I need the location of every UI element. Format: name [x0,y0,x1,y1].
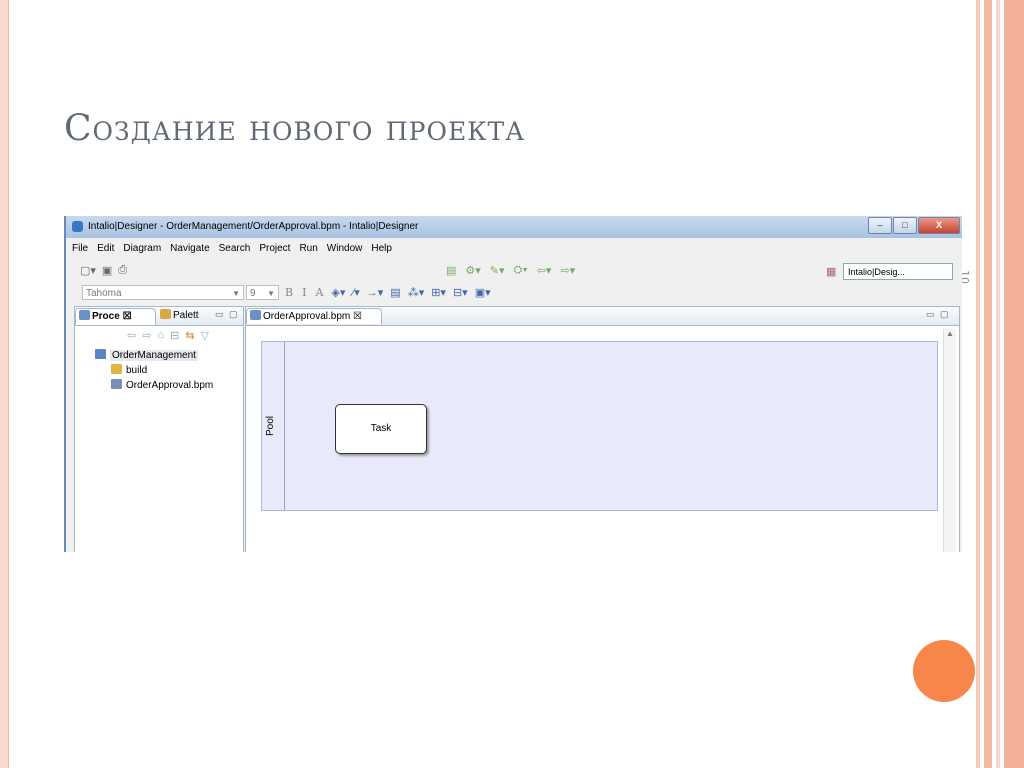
debug-icon[interactable]: ⚙▾ [465,264,480,277]
menu-bar: File Edit Diagram Navigate Search Projec… [72,243,392,254]
slide-title: Создание нового проекта [64,108,526,149]
zoom-icon[interactable]: ▣▾ [475,286,491,299]
maximize-button[interactable]: □ [893,217,917,234]
menu-run[interactable]: Run [299,243,317,254]
print-icon[interactable]: ⎙ [118,264,127,277]
tree-item-bpm-file[interactable]: OrderApproval.bpm [111,378,213,393]
designer-screenshot: Intalio|Designer - OrderManagement/Order… [64,216,962,552]
project-folder-icon [95,349,106,359]
task-shape[interactable]: Task [335,404,427,454]
tree-item-label: OrderApproval.bpm [126,380,214,391]
font-size-select[interactable]: 9 ▼ [246,284,279,300]
window-controls: – □ X [867,217,960,234]
menu-search[interactable]: Search [219,243,251,254]
run-toolbar: ▤ ⚙▾ ✎▾ ⛭▾ ⇦▾ ⇨▾ [446,264,575,277]
home-icon[interactable]: ⌂ [157,329,164,342]
tree-item-project[interactable]: OrderManagement [95,348,213,363]
minimize-view-icon[interactable]: ▭ [215,309,224,320]
align-icon[interactable]: ⊞▾ [431,286,446,299]
nav-back-icon[interactable]: ⇦▾ [537,264,552,277]
server-icon[interactable]: ⛭▾ [514,264,528,277]
scroll-up-icon[interactable]: ▲ [946,329,954,338]
slide-left-border [0,0,9,768]
new-icon[interactable]: ▢▾ [80,264,96,277]
tree-item-label: OrderManagement [110,350,198,361]
project-tree: OrderManagement build OrderApproval.bpm [95,348,213,393]
slide-right-stripe [984,0,992,768]
italic-button[interactable]: I [302,286,306,299]
menu-edit[interactable]: Edit [97,243,114,254]
view-menu-icon[interactable]: ▽ [201,329,209,342]
maximize-editor-icon[interactable]: ▢ [940,309,949,320]
minimize-button[interactable]: – [868,217,892,234]
main-toolbar: ▢▾ ▣ ⎙ [80,264,127,277]
bold-button[interactable]: B [285,286,293,299]
minimize-editor-icon[interactable]: ▭ [926,309,935,320]
close-button[interactable]: X [918,217,960,234]
explorer-icon [79,310,90,320]
diagram-tools: ◈▾ ∕▾ →▾ ▤ ⁂▾ ⊞▾ ⊟▾ ▣▾ [331,286,490,299]
font-select[interactable]: Tahoma ▼ [82,284,244,300]
chevron-down-icon: ▼ [232,288,240,298]
tab-label: OrderApproval.bpm [263,311,351,322]
font-color-button[interactable]: A [315,286,323,299]
text-format-buttons: B I A [285,286,323,299]
collapse-all-icon[interactable]: ⊟ [170,329,179,342]
arrow-style-icon[interactable]: →▾ [367,286,384,299]
nav-forward-icon[interactable]: ⇨▾ [560,264,575,277]
editor-tabs: OrderApproval.bpm ☒ ▭ ▢ [246,307,959,326]
bpm-file-icon [111,379,122,389]
font-size-value: 9 [250,287,256,299]
deploy-icon[interactable]: ▤ [446,264,456,277]
vertical-scrollbar[interactable]: ▲ [943,329,956,552]
menu-help[interactable]: Help [371,243,392,254]
diagram-editor: OrderApproval.bpm ☒ ▭ ▢ Pool Task ▲ [245,306,960,552]
palette-icon [160,309,171,319]
chevron-down-icon: ▼ [267,288,275,298]
layout-icon[interactable]: ⊟▾ [453,286,468,299]
menu-navigate[interactable]: Navigate [170,243,209,254]
left-panel-tabs: Proce ☒ Palett ▭ ▢ [75,307,243,326]
select-all-icon[interactable]: ▤ [390,286,400,299]
pool-label: Pool [265,416,276,437]
diagram-file-icon [250,310,261,320]
tab-label: Proce [92,311,120,322]
run-icon[interactable]: ✎▾ [490,264,505,277]
folder-icon [111,364,122,374]
slide-right-stripe [976,0,980,768]
arrange-icon[interactable]: ⁂▾ [408,286,425,299]
window-titlebar: Intalio|Designer - OrderManagement/Order… [66,216,962,238]
tab-label: Palett [173,310,199,321]
window-title: Intalio|Designer - OrderManagement/Order… [88,221,419,232]
format-toolbar: Tahoma ▼ 9 ▼ B I A ◈▾ ∕▾ →▾ ▤ ⁂▾ ⊞▾ ⊟▾ ▣… [82,283,491,301]
explorer-toolbar: ⇦ ⇨ ⌂ ⊟ ⇆ ▽ [127,329,209,342]
maximize-view-icon[interactable]: ▢ [229,309,238,320]
menu-window[interactable]: Window [327,243,363,254]
tab-orderapproval[interactable]: OrderApproval.bpm ☒ [246,308,382,324]
tab-process-explorer[interactable]: Proce ☒ [75,308,156,325]
menu-file[interactable]: File [72,243,88,254]
perspective-switcher[interactable]: Intalio|Desig... [843,263,953,280]
menu-project[interactable]: Project [259,243,290,254]
tree-item-label: build [126,365,148,376]
menu-diagram[interactable]: Diagram [123,243,161,254]
project-explorer-panel: Proce ☒ Palett ▭ ▢ ⇦ ⇨ ⌂ ⊟ ⇆ ▽ OrderMana… [74,306,244,552]
font-select-value: Tahoma [86,287,122,299]
slide-right-stripe [996,0,1000,768]
forward-icon[interactable]: ⇨ [142,329,151,342]
open-perspective-icon[interactable]: ▦ [826,265,836,278]
back-icon[interactable]: ⇦ [127,329,136,342]
pool[interactable]: Pool [262,342,285,510]
tree-item-build[interactable]: build [111,363,213,378]
decorative-circle [913,640,975,702]
link-editor-icon[interactable]: ⇆ [185,329,194,342]
line-color-icon[interactable]: ∕▾ [352,286,359,299]
fill-color-icon[interactable]: ◈▾ [331,286,345,299]
save-icon[interactable]: ▣ [102,264,112,277]
diagram-canvas[interactable]: Pool Task [261,341,938,511]
tab-palette[interactable]: Palett [157,308,208,324]
slide-right-stripe [1004,0,1024,768]
app-icon [72,221,83,232]
